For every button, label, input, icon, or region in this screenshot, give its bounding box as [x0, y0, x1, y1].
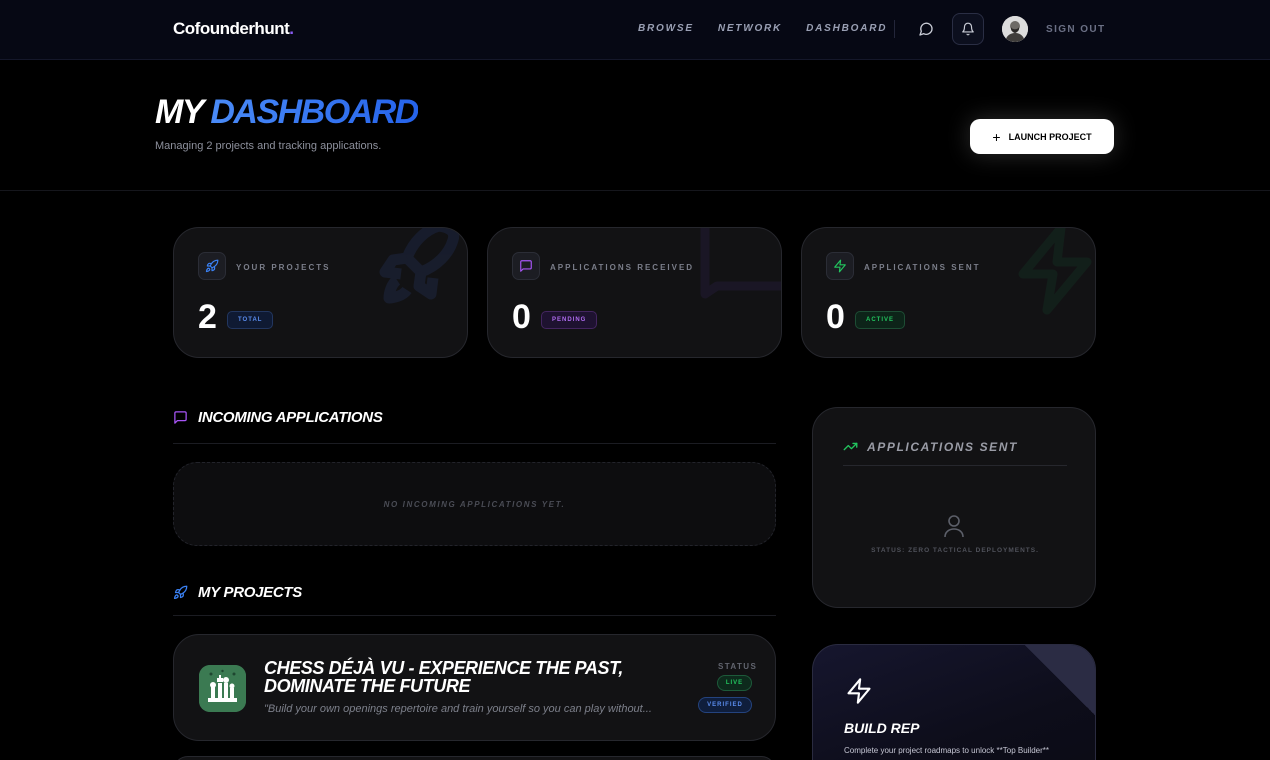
rocket-watermark-icon	[377, 228, 467, 318]
brand-logo[interactable]: Cofounderhunt.	[173, 19, 294, 39]
nav-links: BROWSE NETWORK DASHBOARD	[638, 23, 887, 34]
stat-label: YOUR PROJECTS	[236, 263, 331, 272]
status-badge-verified: VERIFIED	[698, 697, 752, 713]
plus-icon: +	[992, 128, 1001, 145]
build-rep-title: BUILD REP	[844, 720, 920, 736]
project-card[interactable]	[173, 756, 776, 760]
stat-label: APPLICATIONS RECEIVED	[550, 263, 695, 272]
rocket-icon	[173, 585, 188, 600]
launch-project-button[interactable]: + LAUNCH PROJECT	[970, 119, 1114, 154]
message-icon	[174, 411, 187, 424]
nav-link-dashboard[interactable]: DASHBOARD	[806, 23, 887, 34]
nav-link-browse[interactable]: BROWSE	[638, 23, 694, 34]
my-projects-heading: MY PROJECTS	[173, 584, 302, 601]
section-divider	[843, 465, 1067, 466]
user-icon	[944, 514, 964, 538]
bell-icon	[962, 22, 974, 36]
applications-sent-icon-box	[826, 252, 854, 280]
sign-out-link[interactable]: SIGN OUT	[1046, 24, 1106, 35]
stat-badge: PENDING	[541, 311, 598, 329]
section-divider	[173, 443, 776, 444]
stat-card-applications-sent: APPLICATIONS SENT 0 ACTIVE	[801, 227, 1096, 358]
message-watermark-icon	[691, 228, 781, 309]
chat-icon[interactable]	[916, 19, 936, 39]
chess-logo-icon	[199, 665, 246, 712]
stat-badge: TOTAL	[227, 311, 274, 329]
stat-card-applications-received: APPLICATIONS RECEIVED 0 PENDING	[487, 227, 782, 358]
user-avatar[interactable]	[1002, 16, 1028, 42]
applications-sent-panel: APPLICATIONS SENT STATUS: ZERO TACTICAL …	[812, 407, 1096, 608]
build-rep-description: Complete your project roadmaps to unlock…	[844, 746, 1049, 755]
bolt-watermark-icon	[1009, 228, 1095, 323]
page-title: MY DASHBOARD	[155, 93, 419, 131]
projects-icon-box	[198, 252, 226, 280]
rocket-icon	[205, 259, 219, 273]
stat-value: 0	[826, 298, 845, 336]
build-rep-card[interactable]: BUILD REP Complete your project roadmaps…	[812, 644, 1096, 760]
status-badge-live: LIVE	[717, 675, 752, 691]
card-corner-decoration	[1025, 645, 1095, 715]
incoming-empty-state: NO INCOMING APPLICATIONS YET.	[173, 462, 776, 546]
project-card[interactable]: CHESS DÉJÀ VU - EXPERIENCE THE PAST, DOM…	[173, 634, 776, 741]
incoming-applications-heading: INCOMING APPLICATIONS	[173, 409, 383, 426]
project-title[interactable]: CHESS DÉJÀ VU - EXPERIENCE THE PAST, DOM…	[264, 659, 684, 695]
top-navigation: Cofounderhunt. BROWSE NETWORK DASHBOARD …	[0, 0, 1270, 60]
stat-value: 2	[198, 298, 217, 336]
nav-divider	[894, 20, 895, 38]
stat-label: APPLICATIONS SENT	[864, 263, 981, 272]
stat-value: 0	[512, 298, 531, 336]
message-icon	[520, 260, 532, 272]
notification-button[interactable]	[952, 13, 984, 45]
project-status-label: STATUS	[718, 662, 758, 671]
nav-link-network[interactable]: NETWORK	[718, 23, 782, 34]
applications-sent-heading: APPLICATIONS SENT	[843, 439, 1018, 454]
trending-up-icon	[843, 442, 858, 451]
applications-sent-status: STATUS: ZERO TACTICAL DEPLOYMENTS.	[871, 547, 1039, 554]
project-description: "Build your own openings repertoire and …	[264, 703, 652, 715]
applications-received-icon-box	[512, 252, 540, 280]
dashboard-header: MY DASHBOARD Managing 2 projects and tra…	[0, 61, 1270, 191]
section-divider	[173, 615, 776, 616]
stat-badge: ACTIVE	[855, 311, 906, 329]
bolt-icon	[834, 259, 846, 273]
stat-card-projects: YOUR PROJECTS 2 TOTAL	[173, 227, 468, 358]
bolt-icon	[845, 677, 873, 710]
page-subtitle: Managing 2 projects and tracking applica…	[155, 140, 382, 152]
